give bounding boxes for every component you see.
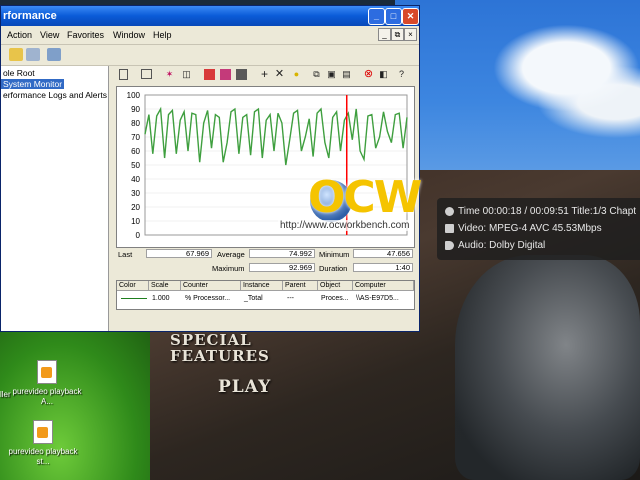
y-tick-label: 80	[131, 119, 140, 128]
watermark-url: http://www.ocworkbench.com	[278, 220, 412, 231]
desktop-icon-label: purevideo playback A...	[12, 387, 82, 406]
view-log-data-icon[interactable]: ◫	[181, 69, 192, 80]
legend-color-swatch	[121, 298, 147, 299]
y-tick-label: 40	[131, 175, 140, 184]
legend-header-instance[interactable]: Instance	[241, 281, 283, 291]
last-value: 67.969	[146, 249, 212, 258]
tree-item-system-monitor[interactable]: System Monitor	[1, 79, 65, 89]
legend-header-object[interactable]: Object	[318, 281, 353, 291]
console-tree: ole Root System Monitor erformance Logs …	[1, 66, 109, 331]
freeze-display-icon[interactable]: ⊗	[363, 69, 374, 80]
menu-bar: Action View Favorites Window Help _ ⧉ ×	[1, 26, 419, 45]
legend-counter: % Processor...	[185, 295, 231, 302]
legend-header-scale[interactable]: Scale	[149, 281, 181, 291]
file-icon	[33, 420, 53, 444]
desktop-icon-purevideo-st[interactable]: purevideo playback st...	[8, 420, 78, 467]
clear-display-icon[interactable]	[141, 69, 152, 79]
legend-scale: 1.000	[152, 295, 170, 302]
osd-time: Time 00:00:18 / 00:09:51 Title:1/3 Chapt	[458, 206, 637, 217]
highlight-icon[interactable]: ●	[291, 69, 302, 80]
legend-object: Proces...	[321, 295, 349, 302]
y-tick-label: 50	[131, 161, 140, 170]
copy-properties-icon[interactable]: ⧉	[311, 69, 322, 80]
y-tick-label: 70	[131, 133, 140, 142]
maximize-button[interactable]: □	[385, 8, 402, 25]
y-tick-label: 90	[131, 105, 140, 114]
average-label: Average	[217, 250, 245, 259]
minimum-value: 47.656	[353, 249, 413, 258]
duration-label: Duration	[319, 264, 348, 273]
new-counter-set-icon[interactable]	[119, 69, 128, 80]
watermark-logo: OCW	[308, 172, 422, 223]
y-tick-label: 10	[131, 217, 140, 226]
average-value: 74.992	[249, 249, 315, 258]
y-tick-label: 0	[136, 231, 141, 240]
maximum-value: 92.969	[249, 263, 315, 272]
desktop-partial-label: ller	[0, 390, 11, 399]
window-title: rformance	[3, 10, 57, 22]
legend-instance: _Total	[244, 295, 263, 302]
tree-item-console-root[interactable]: ole Root	[1, 68, 37, 78]
properties-icon[interactable]: ▤	[341, 69, 352, 80]
view-report-icon[interactable]	[236, 69, 247, 80]
desktop-sky-background	[395, 0, 640, 170]
maximum-label: Maximum	[212, 264, 245, 273]
desktop-icon-label: purevideo playback st...	[8, 447, 78, 466]
folder-icon[interactable]	[9, 48, 23, 61]
mdi-minimize-button[interactable]: _	[378, 28, 391, 41]
counter-legend: Color Scale Counter Instance Parent Obje…	[116, 280, 415, 310]
legend-computer: \\AS-E97D5...	[356, 295, 399, 302]
minimize-button[interactable]: _	[368, 8, 385, 25]
menu-action[interactable]: Action	[7, 30, 32, 40]
osd-audio: Audio: Dolby Digital	[458, 240, 546, 251]
dvd-menu-special-features[interactable]: Special Features	[170, 332, 269, 364]
desktop-icon-purevideo-a[interactable]: purevideo playback A...	[12, 360, 82, 407]
y-tick-label: 20	[131, 203, 140, 212]
monitor-toolbar: ✶ ◫ + ✕ ● ⧉ ▣ ▤ ⊗ ◧ ?	[111, 66, 417, 84]
osd-video: Video: MPEG-4 AVC 45.53Mbps	[458, 223, 602, 234]
legend-parent: ---	[287, 295, 294, 302]
view-histogram-icon[interactable]	[220, 69, 231, 80]
file-icon	[37, 360, 57, 384]
legend-header-counter[interactable]: Counter	[181, 281, 241, 291]
last-label: Last	[118, 250, 133, 259]
console-icon[interactable]	[26, 48, 40, 61]
minimum-label: Minimum	[319, 250, 350, 259]
window-icon[interactable]	[47, 48, 61, 61]
menu-favorites[interactable]: Favorites	[67, 30, 104, 40]
menu-help[interactable]: Help	[153, 30, 172, 40]
delete-icon[interactable]: ✕	[274, 69, 285, 80]
y-tick-label: 100	[127, 91, 141, 100]
watermark: OCW http://www.ocworkbench.com	[278, 170, 448, 240]
y-tick-label: 60	[131, 147, 140, 156]
view-current-activity-icon[interactable]: ✶	[164, 69, 175, 80]
y-tick-label: 30	[131, 189, 140, 198]
menu-view[interactable]: View	[40, 30, 59, 40]
graph-statistics: Last 67.969 Average 74.992 Minimum 47.65…	[116, 246, 413, 276]
update-data-icon[interactable]: ◧	[378, 69, 389, 80]
legend-header-color[interactable]: Color	[117, 281, 149, 291]
performance-window: rformance _ □ ✕ Action View Favorites Wi…	[0, 5, 420, 332]
close-button[interactable]: ✕	[402, 8, 419, 25]
legend-header-computer[interactable]: Computer	[353, 281, 414, 291]
mdi-close-button[interactable]: ×	[404, 28, 417, 41]
speaker-icon	[445, 241, 454, 250]
help-icon[interactable]: ?	[396, 69, 407, 80]
menu-window[interactable]: Window	[113, 30, 145, 40]
add-icon[interactable]: +	[259, 68, 270, 80]
player-info-overlay: Time 00:00:18 / 00:09:51 Title:1/3 Chapt…	[437, 198, 640, 260]
paste-counter-list-icon[interactable]: ▣	[326, 69, 337, 80]
main-toolbar	[1, 45, 419, 66]
window-titlebar[interactable]: rformance _ □ ✕	[1, 6, 419, 26]
tree-item-logs-alerts[interactable]: erformance Logs and Alerts	[1, 90, 109, 100]
video-robot-figure	[455, 255, 640, 480]
dvd-menu-play[interactable]: Play	[218, 377, 271, 397]
duration-value: 1:40	[353, 263, 413, 272]
mdi-restore-button[interactable]: ⧉	[391, 28, 404, 41]
legend-header-parent[interactable]: Parent	[283, 281, 318, 291]
view-graph-icon[interactable]	[204, 69, 215, 80]
